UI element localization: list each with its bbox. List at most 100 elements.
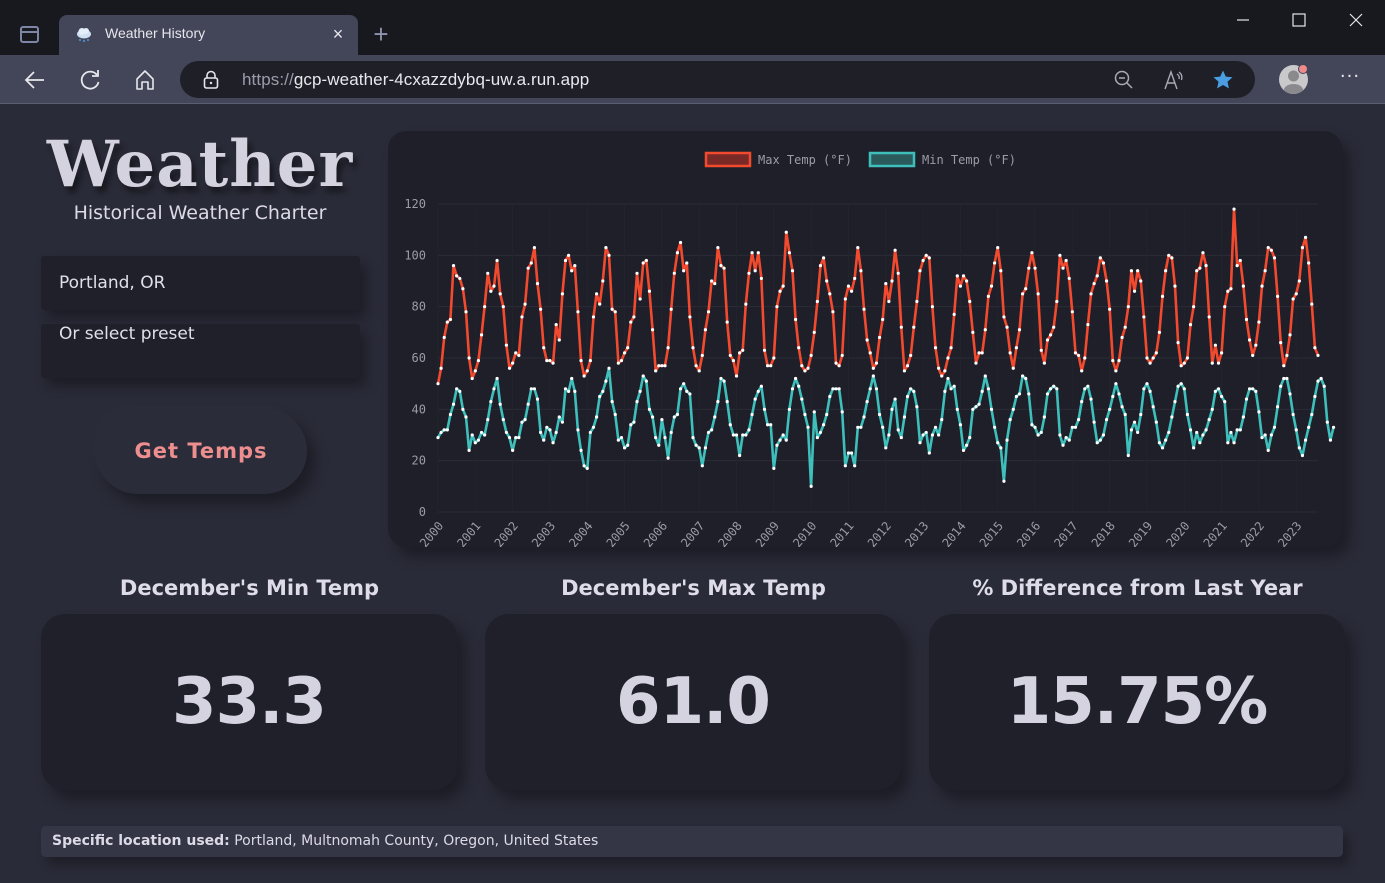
max-temp-point [890, 279, 894, 283]
address-bar[interactable]: https://gcp-weather-4cxazzdybq-uw.a.run.… [180, 61, 1255, 98]
min-temp-point [775, 443, 779, 447]
min-temp-point [1257, 410, 1261, 414]
max-temp-point [548, 358, 552, 363]
x-tick-label: 2007 [678, 519, 707, 547]
max-temp-point [1260, 284, 1264, 288]
x-tick-label: 2000 [417, 519, 446, 547]
min-temp-point [1123, 412, 1127, 417]
min-temp-point [492, 387, 496, 391]
max-temp-point [725, 320, 729, 324]
min-temp-point [1148, 389, 1152, 393]
max-temp-point [529, 261, 533, 265]
min-temp-point [1048, 387, 1053, 391]
max-temp-point [716, 246, 720, 250]
max-temp-point [756, 251, 760, 255]
max-temp-point [825, 279, 829, 283]
max-temp-point [787, 251, 791, 255]
read-aloud-icon[interactable] [1162, 68, 1186, 92]
max-temp-point [451, 264, 456, 268]
max-temp-point [1232, 207, 1236, 211]
min-temp-point [669, 430, 673, 435]
min-temp-point [632, 420, 636, 424]
max-temp-point [1129, 269, 1134, 273]
min-temp-point [682, 382, 686, 386]
min-temp-point [548, 428, 552, 432]
min-temp-point [868, 387, 872, 391]
min-temp-point [616, 438, 620, 442]
max-temp-point [1192, 305, 1196, 309]
min-temp-point [946, 376, 950, 381]
browser-tab-active[interactable]: Weather History × [59, 15, 358, 55]
min-temp-point [837, 387, 841, 391]
max-temp-point [1145, 356, 1149, 360]
max-temp-point [1157, 330, 1162, 334]
min-temp-point [613, 412, 617, 417]
max-temp-point [483, 305, 487, 309]
min-temp-point [1251, 387, 1255, 391]
max-temp-point [520, 315, 524, 319]
max-temp-point [1310, 302, 1314, 306]
max-temp-point [517, 353, 521, 358]
tab-close-icon[interactable]: × [328, 23, 348, 45]
url-text[interactable]: https://gcp-weather-4cxazzdybq-uw.a.run.… [242, 70, 589, 90]
min-temp-point [1325, 420, 1329, 424]
max-temp-point [697, 369, 701, 373]
max-temp-point [927, 256, 931, 260]
min-temp-point [856, 425, 860, 429]
min-temp-point [828, 394, 832, 399]
x-tick-label: 2016 [1014, 519, 1043, 547]
max-temp-point [504, 343, 509, 347]
max-temp-point [1080, 369, 1084, 373]
min-temp-point [1005, 438, 1009, 442]
max-temp-point [657, 364, 661, 368]
max-temp-point [1263, 269, 1267, 273]
min-temp-point [716, 400, 720, 404]
max-temp-point [654, 369, 658, 373]
max-temp-point [1095, 274, 1099, 278]
get-temps-button[interactable]: Get Temps [95, 408, 307, 494]
lock-icon[interactable] [202, 70, 220, 90]
max-temp-point [622, 351, 627, 355]
back-arrow-icon[interactable] [20, 65, 50, 95]
min-temp-point [834, 387, 838, 391]
max-temp-point [542, 346, 546, 350]
x-tick-label: 2003 [529, 519, 558, 547]
min-temp-point [573, 389, 577, 393]
home-icon[interactable] [130, 65, 160, 95]
maximize-icon[interactable] [1276, 6, 1322, 34]
max-temp-point [1083, 356, 1087, 360]
min-temp-point [859, 425, 863, 429]
max-temp-point [545, 358, 549, 363]
zoom-out-icon[interactable] [1112, 68, 1136, 92]
window-close-icon[interactable] [1333, 6, 1379, 34]
min-temp-point [1002, 479, 1006, 483]
min-temp-point [1322, 384, 1326, 388]
refresh-icon[interactable] [75, 65, 105, 95]
new-tab-button[interactable]: + [368, 20, 394, 48]
tab-actions-icon[interactable] [20, 26, 39, 43]
min-temp-point [918, 441, 922, 445]
location-input[interactable] [59, 256, 349, 310]
max-temp-point [949, 346, 953, 350]
min-temp-point [874, 387, 879, 391]
min-temp-point [912, 389, 916, 393]
min-temp-point [554, 430, 558, 435]
min-temp-point [1045, 392, 1050, 396]
max-temp-point [613, 310, 617, 314]
min-temp-point [713, 415, 717, 419]
max-temp-point [909, 353, 913, 358]
max-temp-point [576, 310, 580, 314]
favorite-star-icon[interactable] [1211, 68, 1235, 92]
max-temp-point [1114, 369, 1118, 373]
preset-select-wrapper: Or select preset [41, 324, 360, 378]
minimize-icon[interactable] [1220, 6, 1266, 34]
min-temp-point [483, 433, 487, 437]
more-options-button[interactable]: ··· [1336, 68, 1364, 90]
min-temp-point [557, 415, 561, 419]
min-temp-point [1316, 379, 1320, 383]
max-temp-point [535, 281, 540, 286]
preset-select[interactable]: Or select preset [59, 324, 349, 378]
max-temp-point [818, 264, 823, 268]
min-temp-point [890, 407, 894, 411]
max-temp-point [1216, 361, 1221, 365]
